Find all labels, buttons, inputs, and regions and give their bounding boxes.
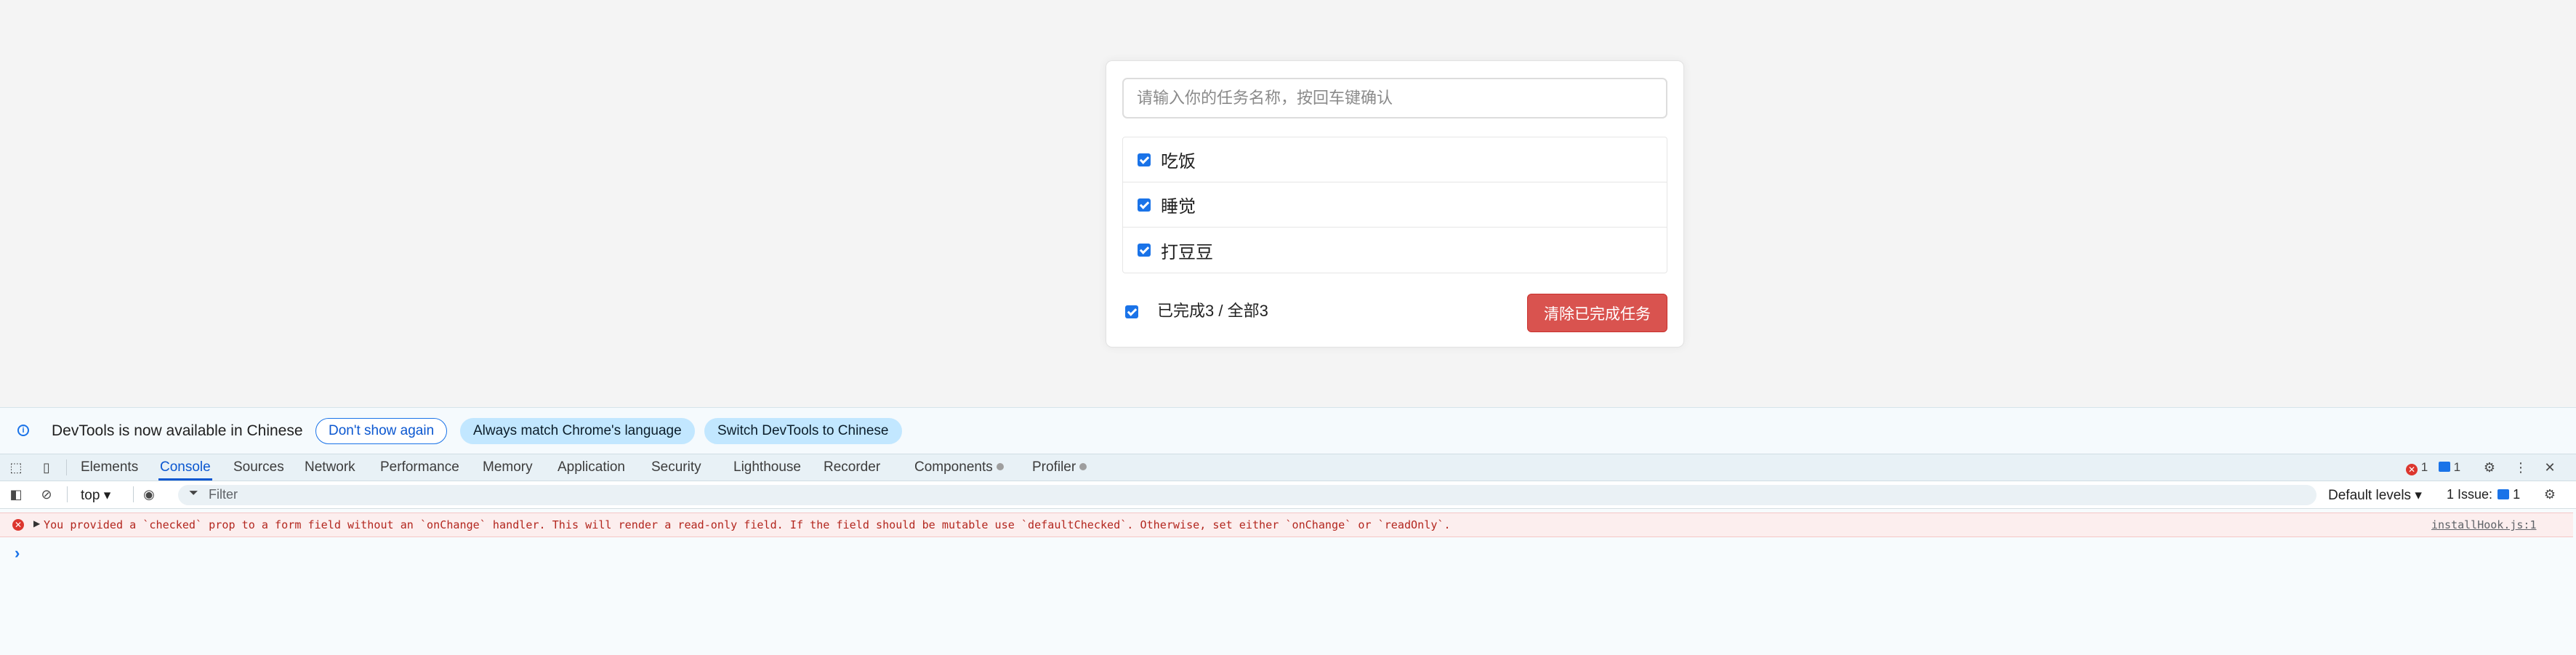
info-icon: i [17, 425, 29, 436]
tab-recorder[interactable]: Recorder [824, 459, 880, 475]
devtools-tabbar: ⬚ ▯ Elements Console Sources Network Per… [0, 454, 2576, 481]
message-count: 1 [2453, 460, 2461, 474]
task-item[interactable]: 打豆豆 [1123, 228, 1667, 273]
tab-console[interactable]: Console [160, 459, 211, 475]
log-levels-value: Default levels [2328, 488, 2412, 503]
match-language-button[interactable]: Always match Chrome's language [460, 418, 695, 444]
error-icon: ✕ [12, 519, 24, 531]
tab-performance[interactable]: Performance [380, 459, 459, 475]
task-checkbox[interactable] [1138, 244, 1151, 257]
tab-profiler[interactable]: Profiler [1032, 459, 1087, 475]
task-item[interactable]: 吃饭 [1123, 137, 1667, 182]
issue-counter[interactable]: ✕ 1 1 [2406, 460, 2460, 475]
context-selector[interactable]: top ▾ [81, 487, 110, 504]
device-toolbar-icon[interactable]: ▯ [39, 460, 54, 475]
devtools-panel: i DevTools is now available in Chinese D… [0, 407, 2576, 655]
todo-card: 吃饭 睡觉 打豆豆 已完成3 / 全部3 清除已完成任务 [1106, 60, 1684, 347]
divider [66, 459, 67, 475]
error-text: You provided a `checked` prop to a form … [44, 518, 1451, 531]
tab-network[interactable]: Network [305, 459, 355, 475]
console-filter-input[interactable]: ⏷ Filter [178, 485, 2317, 505]
inspect-element-icon[interactable]: ⬚ [9, 460, 23, 475]
extension-dot-icon [1079, 463, 1087, 470]
tab-components[interactable]: Components [914, 459, 1004, 475]
close-devtools-icon[interactable]: ✕ [2543, 460, 2557, 475]
dont-show-again-button[interactable]: Don't show again [315, 418, 448, 444]
issues-label: 1 Issue: [2447, 487, 2493, 502]
issues-button[interactable]: 1 Issue: 1 [2447, 487, 2520, 502]
error-count: 1 [2420, 460, 2428, 474]
error-source-link[interactable]: installHook.js:1 [2431, 518, 2537, 532]
switch-language-button[interactable]: Switch DevTools to Chinese [704, 418, 902, 444]
task-label: 打豆豆 [1161, 242, 1213, 262]
tab-application[interactable]: Application [558, 459, 625, 475]
task-list: 吃饭 睡觉 打豆豆 [1122, 137, 1667, 273]
task-item[interactable]: 睡觉 [1123, 182, 1667, 228]
expand-triangle-icon[interactable]: ▶ [33, 518, 40, 529]
sidebar-toggle-icon[interactable]: ◧ [9, 487, 23, 502]
completion-summary: 已完成3 / 全部3 [1157, 302, 1268, 320]
language-infobar: i DevTools is now available in Chinese D… [0, 407, 2576, 454]
console-error-message[interactable]: ✕ ▶ You provided a `checked` prop to a f… [0, 513, 2573, 537]
tab-elements[interactable]: Elements [81, 459, 138, 475]
task-label: 吃饭 [1161, 152, 1196, 172]
live-expression-eye-icon[interactable]: ◉ [142, 487, 156, 502]
task-checkbox[interactable] [1138, 153, 1151, 166]
message-icon [2438, 462, 2450, 472]
console-prompt[interactable]: › [15, 544, 20, 563]
tab-profiler-label: Profiler [1032, 459, 1076, 475]
task-checkbox[interactable] [1138, 198, 1151, 212]
console-settings-gear-icon[interactable]: ⚙ [2543, 487, 2557, 502]
error-icon: ✕ [2406, 464, 2418, 475]
tab-components-label: Components [914, 459, 993, 475]
tab-lighthouse[interactable]: Lighthouse [733, 459, 801, 475]
issue-message-icon [2497, 489, 2510, 499]
tab-memory[interactable]: Memory [483, 459, 533, 475]
active-tab-indicator [158, 478, 212, 481]
filter-funnel-icon: ⏷ [189, 487, 198, 499]
more-options-icon[interactable]: ⋮ [2513, 460, 2528, 475]
task-label: 睡觉 [1161, 197, 1196, 217]
settings-gear-icon[interactable]: ⚙ [2482, 460, 2497, 475]
issues-count: 1 [2513, 487, 2521, 502]
console-toolbar: ◧ ⊘ top ▾ ◉ ⏷ Filter Default levels ▾ 1 … [0, 481, 2576, 509]
clear-console-icon[interactable]: ⊘ [39, 487, 54, 502]
divider [133, 486, 134, 502]
clear-completed-button[interactable]: 清除已完成任务 [1527, 294, 1667, 332]
task-input[interactable] [1122, 78, 1667, 118]
divider [67, 486, 68, 502]
filter-placeholder: Filter [209, 487, 238, 502]
tab-security[interactable]: Security [651, 459, 701, 475]
select-all-checkbox[interactable] [1125, 305, 1138, 318]
tab-sources[interactable]: Sources [233, 459, 284, 475]
extension-dot-icon [996, 463, 1004, 470]
infobar-message: DevTools is now available in Chinese [52, 422, 303, 439]
log-levels-dropdown[interactable]: Default levels ▾ [2328, 487, 2422, 504]
context-selector-value: top [81, 488, 100, 503]
